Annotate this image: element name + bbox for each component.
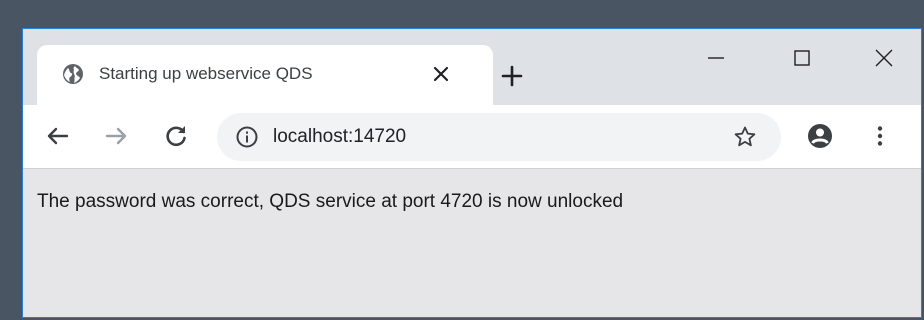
minimize-icon[interactable] (701, 43, 731, 73)
new-tab-plus-icon[interactable] (499, 63, 525, 89)
tab-strip: Starting up webservice QDS (23, 29, 921, 105)
active-tab[interactable]: Starting up webservice QDS (37, 45, 493, 105)
tab-title: Starting up webservice QDS (99, 64, 313, 83)
address-url[interactable]: localhost:14720 (273, 125, 406, 149)
page-viewport: The password was correct, QDS service at… (23, 169, 921, 317)
close-icon[interactable] (869, 43, 899, 73)
info-icon[interactable] (235, 125, 259, 149)
globe-icon (61, 62, 85, 86)
star-icon[interactable] (733, 125, 757, 149)
kebab-menu-icon[interactable] (865, 121, 895, 151)
browser-toolbar: localhost:14720 (23, 105, 921, 169)
tab-close-icon[interactable] (429, 62, 453, 86)
maximize-icon[interactable] (787, 43, 817, 73)
profile-icon[interactable] (805, 121, 835, 151)
browser-window: Starting up webservice QDS localhost:147… (22, 28, 922, 318)
address-bar[interactable]: localhost:14720 (217, 113, 781, 161)
reload-icon[interactable] (161, 121, 191, 151)
page-message: The password was correct, QDS service at… (37, 191, 624, 212)
forward-arrow-icon[interactable] (101, 121, 131, 151)
back-arrow-icon[interactable] (43, 121, 73, 151)
